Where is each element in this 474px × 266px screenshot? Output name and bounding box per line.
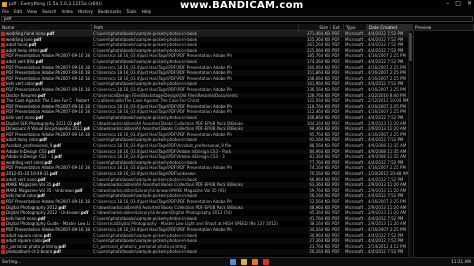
pdf-file-icon bbox=[1, 172, 5, 176]
pdf-file-icon bbox=[1, 127, 5, 131]
pdf-file-icon bbox=[1, 121, 5, 126]
pdf-file-icon bbox=[1, 65, 5, 70]
pdf-file-icon bbox=[1, 116, 5, 120]
app-icon bbox=[2, 1, 7, 7]
chrome-icon[interactable] bbox=[230, 259, 236, 265]
menu-tools[interactable]: Tools bbox=[126, 9, 136, 14]
pdf-file-icon bbox=[1, 205, 5, 210]
file-path: C:\users\photo\books\sample-picked-photo… bbox=[93, 249, 198, 255]
search-input[interactable] bbox=[1, 16, 473, 22]
column-name[interactable]: Name bbox=[0, 24, 92, 31]
file-size: 20,164 KB bbox=[309, 249, 330, 255]
menu-history[interactable]: History bbox=[78, 9, 93, 14]
bandicam-icon[interactable] bbox=[263, 259, 269, 265]
menu-bar: File Edit View Search Index History Book… bbox=[0, 8, 474, 15]
vertical-scrollbar[interactable] bbox=[408, 31, 412, 257]
pdf-file-icon bbox=[1, 177, 5, 182]
pdf-file-icon bbox=[1, 43, 5, 47]
menu-help[interactable]: Help bbox=[142, 9, 152, 14]
pdf-file-icon bbox=[1, 222, 5, 227]
menu-file[interactable]: File bbox=[2, 9, 9, 14]
menu-bookmarks[interactable]: Bookmarks bbox=[98, 9, 121, 14]
pdf-file-icon bbox=[1, 54, 5, 59]
window-controls: – □ ✕ bbox=[446, 0, 472, 7]
search-row bbox=[0, 15, 474, 23]
pdf-file-icon bbox=[1, 228, 5, 232]
everything-icon[interactable] bbox=[252, 259, 258, 265]
results-list: wedding hand nono.pdf C:\users\photo\book… bbox=[0, 31, 411, 257]
minimize-button[interactable]: – bbox=[446, 0, 449, 7]
file-name: photoalbum-ct-2-board.pdf bbox=[6, 249, 62, 255]
maximize-button[interactable]: □ bbox=[455, 0, 461, 7]
pdf-file-icon bbox=[1, 149, 5, 154]
window-title: pdf - Everything (1.5a 1.0.3.1215a (x64)… bbox=[9, 1, 102, 7]
pdf-file-icon bbox=[1, 99, 5, 103]
pdf-file-icon bbox=[1, 82, 5, 87]
pdf-file-icon bbox=[1, 144, 5, 148]
pdf-file-icon bbox=[1, 138, 5, 143]
pdf-file-icon bbox=[1, 60, 5, 64]
pdf-file-icon bbox=[1, 110, 5, 115]
pdf-file-icon bbox=[1, 88, 5, 92]
column-header: Name Path Size Ext Type Date Created Pre… bbox=[0, 24, 474, 31]
pdf-file-icon bbox=[1, 104, 5, 109]
pdf-file-icon bbox=[1, 48, 5, 53]
column-date-created[interactable]: Date Created bbox=[367, 24, 413, 31]
pdf-file-icon bbox=[1, 250, 5, 255]
taskbar-icons bbox=[230, 259, 269, 265]
scrollbar-thumb[interactable] bbox=[409, 33, 412, 61]
column-path[interactable]: Path bbox=[92, 24, 299, 31]
pdf-file-icon bbox=[1, 166, 5, 171]
pdf-file-icon bbox=[1, 93, 5, 98]
status-bar: Sorting... 11:21 AM bbox=[0, 257, 474, 266]
pdf-file-icon bbox=[1, 76, 5, 81]
folder-icon[interactable] bbox=[241, 259, 247, 265]
pdf-file-icon bbox=[1, 194, 5, 199]
pdf-file-icon bbox=[1, 155, 5, 159]
column-size[interactable]: Size bbox=[299, 24, 331, 31]
preview-pane bbox=[413, 31, 474, 257]
menu-edit[interactable]: Edit bbox=[14, 9, 22, 14]
pdf-file-icon bbox=[1, 239, 5, 243]
table-row[interactable]: photoalbum-ct-2-board.pdf C:\users\photo\… bbox=[0, 249, 411, 255]
pdf-file-icon bbox=[1, 183, 5, 187]
menu-index[interactable]: Index bbox=[61, 9, 73, 14]
pdf-file-icon bbox=[1, 71, 5, 75]
pdf-file-icon bbox=[1, 216, 5, 221]
pdf-file-icon bbox=[1, 160, 5, 165]
file-date-created: 4/4/2012 7:52 PM bbox=[368, 249, 404, 255]
column-preview[interactable]: Preview bbox=[413, 24, 474, 31]
pdf-file-icon bbox=[1, 32, 5, 36]
menu-view[interactable]: View bbox=[27, 9, 37, 14]
pdf-file-icon bbox=[1, 244, 5, 249]
column-type[interactable]: Type bbox=[344, 24, 367, 31]
file-ext: PDF bbox=[332, 249, 340, 255]
menu-search[interactable]: Search bbox=[42, 9, 56, 14]
status-text: Sorting... bbox=[2, 259, 22, 264]
file-type: Microsoft ... bbox=[345, 249, 367, 255]
pdf-file-icon bbox=[1, 233, 5, 238]
column-ext[interactable]: Ext bbox=[331, 24, 344, 31]
pdf-file-icon bbox=[1, 37, 5, 42]
pdf-file-icon bbox=[1, 200, 5, 204]
close-button[interactable]: ✕ bbox=[467, 0, 472, 7]
pdf-file-icon bbox=[1, 132, 5, 137]
clock: 11:21 AM bbox=[451, 259, 471, 264]
pdf-file-icon bbox=[1, 211, 5, 215]
pdf-file-icon bbox=[1, 188, 5, 193]
